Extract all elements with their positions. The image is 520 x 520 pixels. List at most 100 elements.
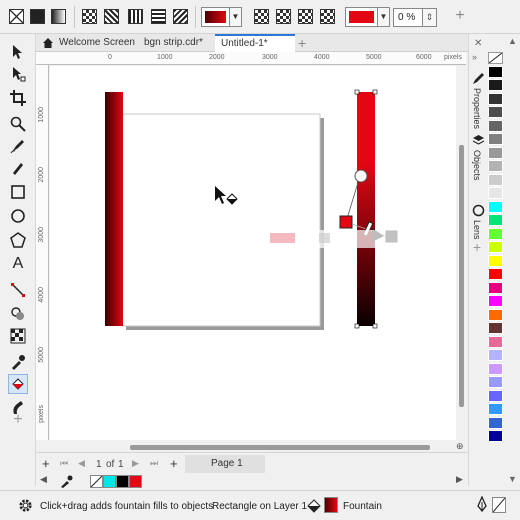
palette-swatch[interactable] (488, 281, 503, 294)
drop-shadow-tool-icon[interactable] (8, 304, 28, 324)
elliptical-fountain-icon[interactable] (276, 9, 291, 24)
eyedropper-tool-icon[interactable] (8, 352, 28, 372)
vertical-scroll-thumb[interactable] (459, 145, 464, 407)
palette-swatch[interactable] (488, 173, 503, 186)
palette-swatch[interactable] (488, 430, 503, 442)
palette-swatch[interactable] (488, 349, 503, 361)
vertical-ruler[interactable]: 1000 2000 3000 4000 5000 pixels (36, 65, 49, 440)
palette-scroll-right-icon[interactable]: ▶ (456, 474, 463, 485)
add-page-before-icon[interactable]: + (42, 456, 50, 471)
docker-expand-icon[interactable]: » (472, 52, 477, 62)
docker-add-icon[interactable]: + (473, 239, 481, 255)
palette-scroll-left-icon[interactable]: ◀ (40, 474, 47, 485)
palette-swatch[interactable] (488, 322, 503, 334)
docker-tab-objects[interactable]: Objects (472, 150, 482, 181)
palette-swatch[interactable] (488, 214, 503, 226)
palette-scroll-down-icon[interactable]: ▼ (508, 474, 517, 484)
docker-tab-lens[interactable]: Lens (472, 220, 482, 240)
freehand-tool-icon[interactable] (8, 136, 28, 156)
previous-page-icon[interactable]: ◀ (78, 458, 85, 469)
bitmap-pattern-icon[interactable] (104, 9, 119, 24)
palette-scroll-up-icon[interactable]: ▲ (508, 36, 517, 46)
black-swatch[interactable] (116, 475, 129, 488)
interactive-fill-tool-icon[interactable] (8, 374, 28, 394)
fountain-fill-picker[interactable] (201, 7, 230, 27)
tab-bgn-strip[interactable]: bgn strip.cdr* (138, 34, 218, 52)
palette-swatch[interactable] (488, 200, 503, 213)
palette-swatch[interactable] (488, 79, 503, 91)
palette-swatch[interactable] (488, 187, 503, 199)
zoom-tool-icon[interactable] (8, 114, 28, 134)
outline-pen-icon[interactable] (476, 495, 488, 515)
pick-tool-icon[interactable] (8, 42, 28, 62)
lens-icon[interactable] (472, 204, 485, 220)
polygon-tool-icon[interactable] (8, 230, 28, 250)
palette-swatch[interactable] (488, 106, 503, 118)
last-page-icon[interactable]: ⏭ (150, 458, 158, 469)
palette-swatch[interactable] (488, 268, 503, 280)
palette-swatch[interactable] (488, 362, 503, 375)
vector-pattern-icon[interactable] (82, 9, 97, 24)
home-icon[interactable] (36, 34, 54, 52)
zoom-corner-icon[interactable]: ⊕ (456, 441, 466, 452)
palette-swatch[interactable] (488, 65, 503, 78)
cyan-swatch[interactable] (103, 475, 116, 488)
palette-swatch[interactable] (488, 389, 503, 402)
tab-welcome-screen[interactable]: Welcome Screen (53, 34, 141, 52)
page-1-tab[interactable]: Page 1 (185, 455, 265, 473)
crop-tool-icon[interactable] (8, 88, 28, 108)
add-tool-icon[interactable]: + (8, 410, 28, 430)
next-page-icon[interactable]: ▶ (132, 458, 139, 469)
palette-swatch[interactable] (488, 335, 503, 348)
shape-tool-icon[interactable] (8, 64, 28, 84)
palette-swatch[interactable] (488, 119, 503, 132)
properties-icon[interactable] (472, 72, 485, 88)
rectangle-tool-icon[interactable] (8, 182, 28, 202)
rectangular-fountain-icon[interactable] (320, 9, 335, 24)
node-transparency-input[interactable]: 0 % (393, 8, 423, 27)
palette-swatch[interactable] (488, 376, 503, 388)
fountain-fill-icon[interactable] (51, 9, 66, 24)
docker-close-icon[interactable]: ✕ (474, 38, 482, 49)
palette-swatch[interactable] (488, 133, 503, 145)
first-page-icon[interactable]: ⏮ (60, 458, 68, 469)
eyedropper-icon[interactable] (60, 475, 73, 491)
transparency-spinner-icon[interactable]: ⇕ (423, 8, 437, 27)
palette-swatch[interactable] (488, 254, 503, 267)
gear-icon[interactable] (18, 498, 33, 516)
red-swatch[interactable] (129, 475, 142, 488)
palette-swatch[interactable] (488, 295, 503, 307)
palette-swatch[interactable] (488, 160, 503, 172)
uniform-fill-icon[interactable] (30, 9, 45, 24)
docker-tab-properties[interactable]: Properties (472, 88, 482, 129)
two-color-pattern-icon[interactable] (128, 9, 143, 24)
tab-untitled-1[interactable]: Untitled-1* (215, 34, 295, 52)
add-page-after-icon[interactable]: + (170, 456, 178, 471)
palette-swatch[interactable] (488, 92, 503, 105)
outline-color-swatch[interactable] (492, 497, 506, 513)
artistic-media-tool-icon[interactable] (8, 158, 28, 178)
ellipse-tool-icon[interactable] (8, 206, 28, 226)
drawing-canvas[interactable] (50, 66, 458, 440)
palette-swatch[interactable] (488, 308, 503, 321)
texture-fill-icon[interactable] (151, 9, 166, 24)
palette-swatch[interactable] (488, 52, 503, 64)
no-fill-icon[interactable] (9, 9, 24, 24)
palette-swatch[interactable] (488, 416, 503, 429)
postscript-fill-icon[interactable] (173, 9, 188, 24)
add-icon[interactable]: + (452, 6, 468, 26)
no-color-swatch[interactable] (90, 475, 103, 488)
horizontal-scroll-thumb[interactable] (130, 445, 430, 450)
linear-fountain-icon[interactable] (254, 9, 269, 24)
text-tool-icon[interactable]: A (8, 254, 28, 274)
fountain-picker-dropdown-icon[interactable]: ▼ (229, 7, 242, 27)
palette-swatch[interactable] (488, 146, 503, 159)
node-color-picker[interactable] (345, 7, 378, 27)
palette-swatch[interactable] (488, 227, 503, 240)
transparency-tool-icon[interactable] (8, 326, 28, 346)
horizontal-ruler[interactable]: 0 1000 2000 3000 4000 5000 6000 pixels (36, 52, 466, 65)
node-color-dropdown-icon[interactable]: ▼ (377, 7, 390, 27)
conical-fountain-icon[interactable] (298, 9, 313, 24)
palette-swatch[interactable] (488, 403, 503, 415)
objects-icon[interactable] (472, 134, 485, 150)
